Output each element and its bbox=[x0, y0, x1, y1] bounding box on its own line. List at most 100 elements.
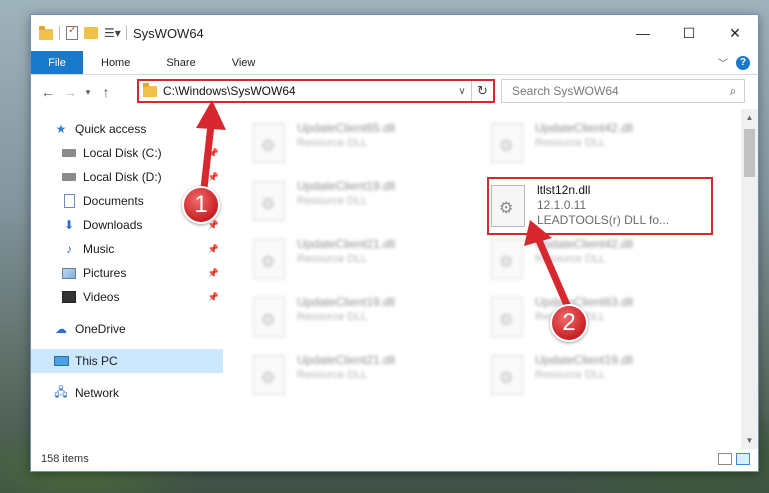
music-icon: ♪ bbox=[66, 242, 72, 256]
tab-share[interactable]: Share bbox=[148, 51, 213, 74]
pin-icon[interactable]: 📌 bbox=[208, 292, 219, 303]
recent-locations-icon[interactable]: ▾ bbox=[81, 87, 95, 98]
file-type: Resource DLL bbox=[535, 137, 606, 149]
sidebar-item-label: Local Disk (D:) bbox=[83, 170, 162, 184]
sidebar-item-videos[interactable]: Videos 📌 bbox=[31, 285, 223, 309]
sidebar-item-label: Local Disk (C:) bbox=[83, 146, 162, 160]
sidebar-item-label: Documents bbox=[83, 194, 144, 208]
file-name: UpdateClient21.dll bbox=[297, 353, 396, 367]
sidebar-item-local-disk-c[interactable]: Local Disk (C:) 📌 bbox=[31, 141, 223, 165]
sidebar-item-label: Network bbox=[75, 386, 120, 400]
pin-icon[interactable]: 📌 bbox=[208, 268, 219, 279]
divider bbox=[59, 26, 60, 40]
file-name: UpdateClient19.dll bbox=[297, 295, 396, 309]
list-item[interactable]: UpdateClient63.dllResource DLL bbox=[491, 295, 721, 343]
new-folder-icon[interactable] bbox=[84, 27, 98, 39]
this-pc-icon bbox=[53, 354, 69, 368]
pin-icon[interactable]: 📌 bbox=[208, 148, 219, 159]
list-item[interactable]: UpdateClient21.dll Resource DLL bbox=[253, 353, 483, 401]
file-name: UpdateClient42.dll bbox=[535, 121, 634, 135]
list-item[interactable]: UpdateClient42.dll Resource DLL bbox=[491, 121, 721, 169]
view-switcher bbox=[718, 453, 758, 465]
sidebar-item-pictures[interactable]: Pictures 📌 bbox=[31, 261, 223, 285]
refresh-icon[interactable]: ↻ bbox=[471, 81, 493, 101]
sidebar-item-onedrive[interactable]: ☁ OneDrive bbox=[31, 317, 223, 341]
videos-icon bbox=[61, 290, 77, 304]
file-name: UpdateClient19.dll bbox=[535, 353, 634, 367]
maximize-button[interactable]: ☐ bbox=[666, 15, 712, 51]
tab-view[interactable]: View bbox=[214, 51, 274, 74]
folder-icon bbox=[39, 25, 53, 40]
sidebar-item-local-disk-d[interactable]: Local Disk (D:) 📌 bbox=[31, 165, 223, 189]
customize-toolbar-icon[interactable]: ☰▾ bbox=[104, 26, 121, 40]
tab-home[interactable]: Home bbox=[83, 51, 148, 74]
sidebar-item-label: Music bbox=[83, 242, 115, 256]
properties-icon[interactable] bbox=[66, 25, 78, 40]
content-area: ★ Quick access Local Disk (C:) 📌 Local D… bbox=[31, 109, 758, 449]
ribbon-tabs: File Home Share View ﹀ ? bbox=[31, 51, 758, 75]
sidebar-item-network[interactable]: 🖧 Network bbox=[31, 381, 223, 405]
file-name: ltlst12n.dll bbox=[537, 183, 591, 197]
minimize-button[interactable]: — bbox=[620, 15, 666, 51]
status-bar: 158 items bbox=[31, 447, 758, 471]
navigation-pane: ★ Quick access Local Disk (C:) 📌 Local D… bbox=[31, 109, 223, 449]
folder-icon bbox=[143, 83, 157, 97]
scroll-thumb[interactable] bbox=[744, 129, 755, 177]
forward-arrow-icon[interactable]: → bbox=[59, 84, 81, 100]
tab-file[interactable]: File bbox=[31, 51, 83, 74]
dll-file-icon bbox=[491, 123, 523, 163]
dll-file-icon bbox=[253, 181, 285, 221]
details-view-icon[interactable] bbox=[718, 453, 732, 465]
search-input[interactable] bbox=[512, 84, 722, 98]
help-icon[interactable]: ? bbox=[736, 55, 750, 70]
large-icons-view-icon[interactable] bbox=[736, 453, 750, 465]
sidebar-item-quick-access[interactable]: ★ Quick access bbox=[31, 117, 223, 141]
divider bbox=[126, 26, 127, 40]
scroll-up-icon[interactable]: ▲ bbox=[741, 109, 758, 126]
downloads-icon: ⬇ bbox=[63, 218, 75, 232]
expand-ribbon-icon[interactable]: ﹀ bbox=[718, 55, 728, 70]
search-box[interactable]: ⌕ bbox=[501, 79, 745, 103]
file-name: UpdateClient19.dll bbox=[297, 179, 396, 193]
list-item[interactable]: UpdateClient19.dll Resource DLL bbox=[253, 295, 483, 343]
file-type: Resource DLL bbox=[297, 253, 368, 265]
dll-file-icon bbox=[253, 239, 285, 279]
pin-icon[interactable]: 📌 bbox=[208, 172, 219, 183]
address-bar[interactable]: C:\Windows\SysWOW64 ∨ ↻ bbox=[137, 79, 495, 103]
sidebar-item-this-pc[interactable]: This PC bbox=[31, 349, 223, 373]
sidebar-item-label: OneDrive bbox=[75, 322, 126, 336]
file-description: LEADTOOLS(r) DLL fo... bbox=[537, 213, 670, 227]
file-name: UpdateClient21.dll bbox=[297, 237, 396, 251]
up-arrow-icon[interactable]: ↑ bbox=[95, 84, 117, 100]
pin-icon[interactable]: 📌 bbox=[208, 244, 219, 255]
list-item[interactable]: UpdateClient65.dll Resource DLL bbox=[253, 121, 483, 169]
address-path[interactable]: C:\Windows\SysWOW64 bbox=[163, 84, 453, 98]
step-badge-2: 2 bbox=[550, 304, 588, 342]
close-button[interactable]: ✕ bbox=[712, 15, 758, 51]
list-item[interactable]: UpdateClient19.dll Resource DLL bbox=[253, 179, 483, 227]
dll-file-icon bbox=[253, 297, 285, 337]
highlighted-file[interactable]: ltlst12n.dll 12.1.0.11 LEADTOOLS(r) DLL … bbox=[491, 183, 669, 228]
search-icon[interactable]: ⌕ bbox=[722, 84, 744, 99]
vertical-scrollbar[interactable]: ▲ ▼ bbox=[741, 109, 758, 449]
window-title: SysWOW64 bbox=[133, 25, 204, 41]
sidebar-item-label: Downloads bbox=[83, 218, 143, 232]
title-bar: ☰▾ SysWOW64 — ☐ ✕ bbox=[31, 15, 758, 51]
file-type: Resource DLL bbox=[297, 369, 368, 381]
drive-icon bbox=[61, 146, 77, 160]
step-badge-1: 1 bbox=[182, 186, 220, 224]
file-type: Resource DLL bbox=[297, 137, 368, 149]
back-arrow-icon[interactable]: ← bbox=[37, 84, 59, 100]
list-item[interactable]: UpdateClient42.dll Resource DLL bbox=[491, 237, 721, 285]
file-list: UpdateClient65.dll Resource DLL UpdateCli… bbox=[223, 109, 758, 449]
chevron-down-icon[interactable]: ∨ bbox=[453, 86, 471, 97]
list-item[interactable]: UpdateClient21.dll Resource DLL bbox=[253, 237, 483, 285]
dll-file-icon bbox=[253, 123, 285, 163]
list-item[interactable]: UpdateClient19.dll Resource DLL bbox=[491, 353, 721, 401]
dll-file-icon bbox=[491, 297, 523, 337]
sidebar-item-music[interactable]: ♪ Music 📌 bbox=[31, 237, 223, 261]
drive-icon bbox=[61, 170, 77, 184]
